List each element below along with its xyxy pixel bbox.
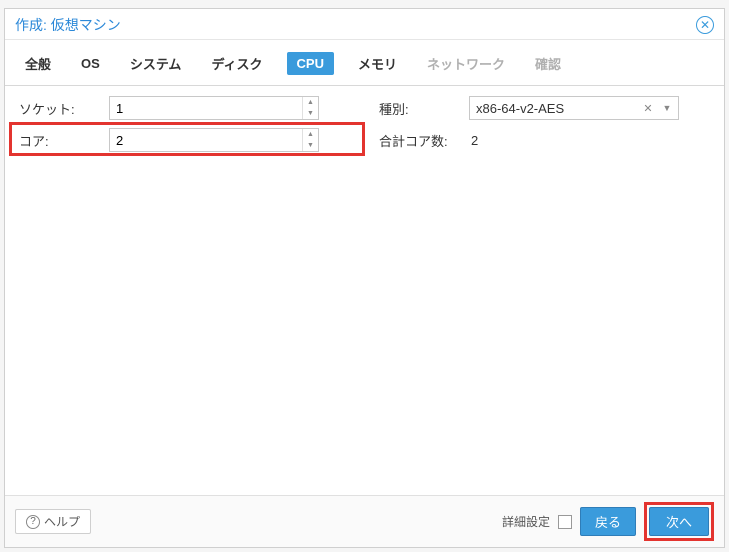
tab-memory[interactable]: メモリ	[352, 50, 403, 77]
total-cores-label: 合計コア数:	[379, 131, 469, 150]
cores-input[interactable]: ▲ ▼	[109, 128, 319, 152]
help-icon: ?	[26, 515, 40, 529]
sockets-spin-up-icon[interactable]: ▲	[303, 97, 318, 108]
cores-spin-down-icon[interactable]: ▼	[303, 140, 318, 151]
tab-system[interactable]: システム	[124, 50, 188, 77]
type-value: x86-64-v2-AES	[476, 101, 564, 116]
help-button[interactable]: ? ヘルプ	[15, 509, 91, 534]
total-cores-value: 2	[469, 133, 679, 148]
tab-cpu[interactable]: CPU	[287, 52, 334, 75]
type-label: 種別:	[379, 99, 469, 118]
sockets-field[interactable]	[110, 97, 318, 119]
type-combo[interactable]: x86-64-v2-AES ✕ ▼	[469, 96, 679, 120]
wizard-tabs: 全般 OS システム ディスク CPU メモリ ネットワーク 確認	[5, 40, 724, 86]
close-icon[interactable]: ✕	[696, 16, 714, 34]
dialog-title: 作成: 仮想マシン	[15, 15, 121, 35]
type-caret-icon[interactable]: ▼	[660, 97, 674, 119]
tab-os[interactable]: OS	[75, 52, 106, 75]
cores-label: コア:	[19, 131, 109, 150]
dialog-header: 作成: 仮想マシン ✕	[5, 9, 724, 40]
back-button[interactable]: 戻る	[580, 507, 636, 536]
type-clear-icon[interactable]: ✕	[640, 97, 656, 119]
next-button[interactable]: 次へ	[649, 507, 709, 536]
cores-spin-up-icon[interactable]: ▲	[303, 129, 318, 140]
sockets-label: ソケット:	[19, 99, 109, 118]
advanced-checkbox[interactable]	[558, 515, 572, 529]
dialog-footer: ? ヘルプ 詳細設定 戻る 次へ	[5, 495, 724, 547]
tab-content-cpu: ソケット: ▲ ▼ 種別: x86-64-v2-AES ✕ ▼ コア: ▲	[5, 86, 724, 495]
sockets-input[interactable]: ▲ ▼	[109, 96, 319, 120]
tab-disk[interactable]: ディスク	[205, 50, 268, 77]
advanced-label: 詳細設定	[502, 513, 550, 530]
tab-confirm: 確認	[529, 50, 567, 77]
tab-network: ネットワーク	[421, 50, 511, 77]
help-label: ヘルプ	[44, 513, 80, 530]
highlight-next-annotation: 次へ	[644, 502, 714, 541]
cores-field[interactable]	[110, 129, 318, 151]
sockets-spin-down-icon[interactable]: ▼	[303, 108, 318, 119]
tab-general[interactable]: 全般	[19, 50, 57, 77]
create-vm-dialog: 作成: 仮想マシン ✕ 全般 OS システム ディスク CPU メモリ ネットワ…	[4, 8, 725, 548]
